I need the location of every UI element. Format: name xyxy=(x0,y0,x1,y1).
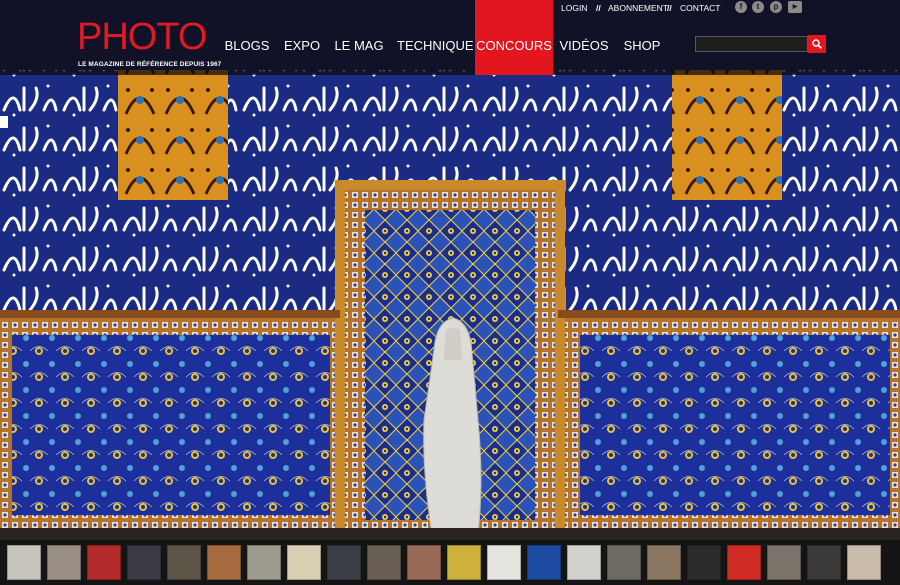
site-header: PHOTO LE MAGAZINE DE RÉFÉRENCE DEPUIS 19… xyxy=(0,0,900,75)
nav-technique[interactable]: TECHNIQUE xyxy=(397,17,474,75)
subscription-link[interactable]: ABONNEMENT xyxy=(608,3,668,13)
twitter-icon[interactable]: t xyxy=(752,1,764,13)
thumbnail-9[interactable] xyxy=(327,545,361,580)
nav-le-mag[interactable]: LE MAG xyxy=(333,17,385,75)
thumbnail-4[interactable] xyxy=(127,545,161,580)
thumbnail-13[interactable] xyxy=(487,545,521,580)
contact-link[interactable]: CONTACT xyxy=(680,3,720,13)
pinterest-icon[interactable]: p xyxy=(770,1,782,13)
thumbnail-11[interactable] xyxy=(407,545,441,580)
nav-videos[interactable]: VIDÉOS xyxy=(559,17,609,75)
nav-concours[interactable]: CONCOURS xyxy=(475,0,553,75)
hero-photo[interactable] xyxy=(0,0,900,540)
nav-expo[interactable]: EXPO xyxy=(281,17,323,75)
facebook-icon[interactable]: f xyxy=(735,1,747,13)
thumbnail-16[interactable] xyxy=(607,545,641,580)
thumbnail-20[interactable] xyxy=(767,545,801,580)
search-icon xyxy=(812,39,822,49)
search-input[interactable] xyxy=(695,36,808,52)
search-button[interactable] xyxy=(808,35,826,53)
thumbnail-2[interactable] xyxy=(47,545,81,580)
thumbnail-17[interactable] xyxy=(647,545,681,580)
nav-blogs[interactable]: BLOGS xyxy=(221,17,273,75)
thumbnail-14[interactable] xyxy=(527,545,561,580)
nav-shop[interactable]: SHOP xyxy=(621,17,663,75)
thumbnail-7[interactable] xyxy=(247,545,281,580)
thumbnail-19[interactable] xyxy=(727,545,761,580)
site-tagline: LE MAGAZINE DE RÉFÉRENCE DEPUIS 1967 xyxy=(78,61,222,68)
thumbnail-5[interactable] xyxy=(167,545,201,580)
site-logo[interactable]: PHOTO xyxy=(77,18,207,56)
thumbnail-1[interactable] xyxy=(7,545,41,580)
tile-wall-illustration xyxy=(0,70,900,540)
youtube-icon[interactable]: ▶ xyxy=(788,1,802,13)
thumbnail-12[interactable] xyxy=(447,545,481,580)
thumbnail-8[interactable] xyxy=(287,545,321,580)
separator: // xyxy=(667,3,672,13)
thumbnail-21[interactable] xyxy=(807,545,841,580)
side-handle[interactable] xyxy=(0,116,8,128)
thumbnail-22[interactable] xyxy=(847,545,881,580)
separator: // xyxy=(596,3,601,13)
thumbnail-3[interactable] xyxy=(87,545,121,580)
thumbnail-10[interactable] xyxy=(367,545,401,580)
thumbnail-18[interactable] xyxy=(687,545,721,580)
thumbnail-6[interactable] xyxy=(207,545,241,580)
login-link[interactable]: LOGIN xyxy=(561,3,587,13)
thumbnail-15[interactable] xyxy=(567,545,601,580)
thumbnail-strip xyxy=(0,540,900,585)
